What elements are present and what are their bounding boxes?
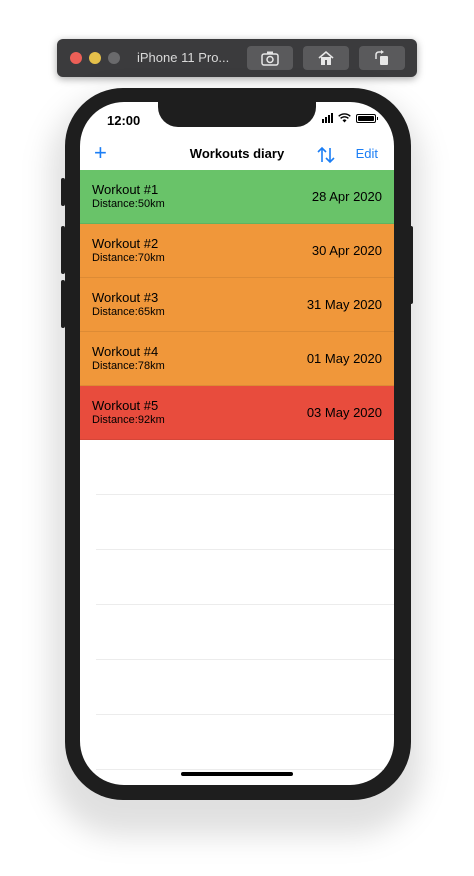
notch <box>158 102 316 127</box>
workout-row[interactable]: Workout #1 Distance:50km 28 Apr 2020 <box>80 170 394 224</box>
phone-screen: 12:00 + Workouts diary Edit Workout #1 D… <box>80 102 394 785</box>
camera-icon <box>261 51 279 66</box>
workout-distance: Distance:92km <box>92 414 165 426</box>
screenshot-button[interactable] <box>247 46 293 70</box>
workout-row[interactable]: Workout #5 Distance:92km 03 May 2020 <box>80 386 394 440</box>
home-button[interactable] <box>303 46 349 70</box>
sort-icon[interactable] <box>316 146 336 164</box>
signal-icon <box>322 113 333 123</box>
workout-distance: Distance:50km <box>92 198 165 210</box>
edit-button[interactable]: Edit <box>356 146 378 161</box>
wifi-icon <box>338 113 351 123</box>
workout-title: Workout #5 <box>92 398 159 413</box>
zoom-window-button[interactable] <box>108 52 120 64</box>
workout-distance: Distance:65km <box>92 306 165 318</box>
minimize-window-button[interactable] <box>89 52 101 64</box>
battery-icon <box>356 113 378 123</box>
workouts-list: Workout #1 Distance:50km 28 Apr 2020 Wor… <box>80 170 394 770</box>
empty-row-separator <box>96 440 394 495</box>
empty-row-separator <box>96 550 394 605</box>
rotate-icon <box>375 50 388 65</box>
workout-date: 31 May 2020 <box>306 297 382 312</box>
workout-title: Workout #2 <box>92 236 159 251</box>
empty-row-separator <box>96 605 394 660</box>
empty-row-separator <box>96 660 394 715</box>
page-title: Workouts diary <box>189 146 285 161</box>
workout-date: 03 May 2020 <box>306 405 382 420</box>
rotate-button[interactable] <box>359 46 405 70</box>
workout-title: Workout #4 <box>92 344 159 359</box>
empty-row-separator <box>96 495 394 550</box>
navigation-bar: + Workouts diary Edit <box>80 140 394 170</box>
workout-distance: Distance:78km <box>92 360 165 372</box>
workout-row[interactable]: Workout #4 Distance:78km 01 May 2020 <box>80 332 394 386</box>
workout-row[interactable]: Workout #3 Distance:65km 31 May 2020 <box>80 278 394 332</box>
status-time: 12:00 <box>107 113 141 128</box>
workout-date: 01 May 2020 <box>306 351 382 366</box>
home-icon <box>318 50 334 65</box>
workout-date: 30 Apr 2020 <box>311 243 382 258</box>
home-indicator[interactable] <box>181 772 293 776</box>
status-icons <box>322 113 378 123</box>
close-window-button[interactable] <box>70 52 82 64</box>
workout-title: Workout #1 <box>92 182 159 197</box>
workout-row[interactable]: Workout #2 Distance:70km 30 Apr 2020 <box>80 224 394 278</box>
workout-date: 28 Apr 2020 <box>311 189 382 204</box>
workout-distance: Distance:70km <box>92 252 165 264</box>
empty-row-separator <box>96 715 394 770</box>
simulator-toolbar: iPhone 11 Pro... <box>57 39 417 77</box>
workout-title: Workout #3 <box>92 290 159 305</box>
